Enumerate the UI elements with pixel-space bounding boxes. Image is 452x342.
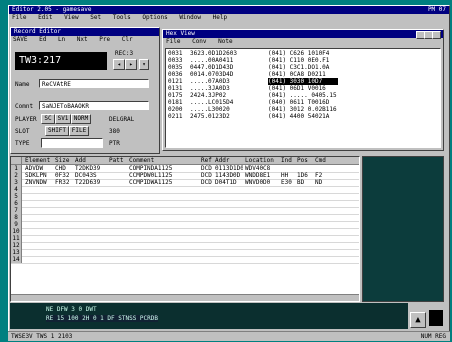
status-left: TWSE3V TWS 1 2103 [11, 333, 73, 340]
app-title: Editor 2.05 - gamesave [12, 6, 92, 13]
hex-row[interactable]: 0181 .....LC015D4 (040) 0611 T0016D [168, 99, 438, 106]
table-row-empty[interactable]: 14 [11, 256, 359, 264]
ptr-label: PTR [109, 140, 120, 147]
slot-label: SLOT [15, 128, 30, 135]
tag-sc-button[interactable]: SC [41, 114, 55, 124]
player-label: PLAYER [15, 116, 37, 123]
stop-button[interactable] [427, 308, 445, 328]
editor-titlebar: Record Editor [11, 28, 159, 36]
col-cmd[interactable]: Cmd [315, 157, 335, 164]
slot-value-label: 380 [109, 128, 120, 135]
hex-row[interactable]: 0035 0447.0D1D43D (041) C3C1.DO1.0A [168, 64, 438, 71]
hex-row[interactable]: 0175 2424.3JP02 (041) ..... 0405.15 [168, 92, 438, 99]
hex-row[interactable]: 0211 2475.0123D2 (041) 4400 54021A [168, 113, 438, 120]
tag-shift-button[interactable]: SHIFT [45, 126, 69, 136]
menu-set[interactable]: Set [90, 14, 101, 21]
editor-menu-ed[interactable]: Ed [39, 36, 46, 43]
grid-header: Element Size Add Patt Comment Ref Addr L… [11, 157, 359, 165]
menu-window[interactable]: Window [179, 14, 201, 21]
editor-menubar: SAVE Ed Ln Nxt Pre Clr [11, 36, 159, 44]
hex-menubar: File Conv Note [163, 38, 443, 46]
comment-label: Comnt [15, 103, 34, 110]
type-label: TYPE [15, 140, 30, 147]
editor-title: Record Editor [14, 28, 61, 35]
clock: PM 07 [427, 6, 446, 13]
record-counter: REC:3 [115, 50, 134, 57]
console-line-2: RE 15 100 2H 0 1 DF STNSS PCRDB [46, 315, 158, 322]
up-arrow-button[interactable]: ▲ [410, 312, 426, 328]
status-right: NUM REG [420, 333, 446, 340]
hex-menu-note[interactable]: Note [218, 38, 232, 45]
tag-file-button[interactable]: FILE [69, 126, 89, 136]
grid-corner [11, 157, 22, 164]
col-ref[interactable]: Ref [201, 157, 213, 164]
hex-titlebar: Hex View [163, 30, 443, 39]
editor-menu-nxt[interactable]: Nxt [77, 36, 88, 43]
hex-menu-file[interactable]: File [166, 38, 180, 45]
name-label: Name [15, 81, 30, 88]
value-display: TW3:217 [15, 52, 107, 70]
col-pos[interactable]: Pos [297, 157, 313, 164]
grid-horizontal-scrollbar[interactable] [11, 294, 359, 301]
col-ind[interactable]: Ind [281, 157, 295, 164]
data-grid[interactable]: Element Size Add Patt Comment Ref Addr L… [10, 156, 360, 302]
editor-window: Record Editor SAVE Ed Ln Nxt Pre Clr TW3… [10, 27, 160, 154]
hex-title: Hex View [166, 30, 195, 37]
hex-listing[interactable]: 0031 3623.0D1D2603 (041) C626 1010F4 003… [165, 48, 441, 148]
editor-menu-save[interactable]: SAVE [13, 36, 27, 43]
hex-row[interactable]: 0036 0014.0703D4D (041) 0CA8 D0211 [168, 71, 438, 78]
menu-help[interactable]: Help [213, 14, 227, 21]
record-dropdown-button[interactable]: ▾ [139, 59, 149, 70]
prev-record-button[interactable]: ◂ [113, 59, 125, 70]
menu-options[interactable]: Options [142, 14, 167, 21]
editor-menu-pre[interactable]: Pre [99, 36, 110, 43]
editor-menu-clr[interactable]: Clr [122, 36, 133, 43]
hex-window: Hex View File Conv Note 0031 3623.0D1D26… [162, 29, 444, 151]
editor-menu-ln[interactable]: Ln [58, 36, 65, 43]
status-bar: TWSE3V TWS 1 2103 NUM REG [8, 331, 450, 341]
menu-edit[interactable]: Edit [38, 14, 52, 21]
tag-sv1-button[interactable]: SV1 [55, 114, 71, 124]
col-element[interactable]: Element [25, 157, 53, 164]
delgral-label: DELGRAL [109, 116, 135, 123]
output-console: NE DFW 3 0 DWT RE 15 100 2H 0 1 DF STNSS… [10, 303, 408, 329]
app-titlebar: Editor 2.05 - gamesave PM 07 [9, 6, 449, 14]
menu-file[interactable]: File [12, 14, 26, 21]
hex-close-button[interactable] [432, 31, 441, 39]
next-record-button[interactable]: ▸ [125, 59, 137, 70]
comment-field[interactable]: SaNJEToBAAOKR [39, 101, 149, 110]
hex-row-selected[interactable]: 0121 .....07A0D3 (041) 3030 10D7 [168, 78, 438, 85]
hex-row[interactable]: 0033 .....00A0411 (041) C110 0E0.F1 [168, 57, 438, 64]
menu-view[interactable]: View [64, 14, 78, 21]
console-line-1: NE DFW 3 0 DWT [46, 306, 97, 313]
col-addr[interactable]: Addr [215, 157, 243, 164]
col-location[interactable]: Location [245, 157, 279, 164]
side-panel [362, 156, 444, 302]
hex-row[interactable]: 0131 .....3JA0D3 (041) 06D1 V0016 [168, 85, 438, 92]
hex-row[interactable]: 0031 3623.0D1D2603 (041) C626 1010F4 [168, 50, 438, 57]
tag-norm-button[interactable]: NORM [71, 114, 91, 124]
col-add[interactable]: Add [75, 157, 105, 164]
menu-tools[interactable]: Tools [113, 14, 131, 21]
col-patt[interactable]: Patt [109, 157, 127, 164]
type-field[interactable] [41, 138, 103, 148]
hex-row[interactable]: 0200 .....L30020 (041) 3012 0.02B116 [168, 106, 438, 113]
col-size[interactable]: Size [55, 157, 73, 164]
name-field[interactable]: ReCVAtRE [39, 79, 149, 88]
app-menubar: File Edit View Set Tools Options Window … [9, 14, 449, 22]
hex-menu-conv[interactable]: Conv [192, 38, 206, 45]
col-comment[interactable]: Comment [129, 157, 199, 164]
